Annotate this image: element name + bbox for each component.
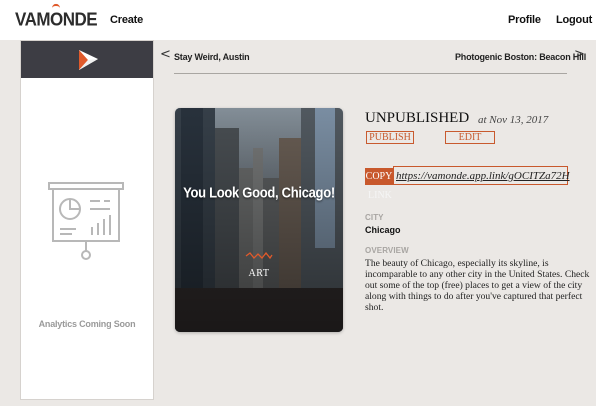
analytics-coming-soon-label: Analytics Coming Soon	[38, 319, 136, 329]
status-date: at Nov 13, 2017	[478, 114, 549, 126]
logo-text: VAMONDE	[15, 3, 98, 31]
next-walk-link[interactable]: Photogenic Boston: Beacon Hill	[455, 52, 586, 62]
category-label: ART	[248, 268, 270, 279]
logo-text-left: VAM	[15, 9, 51, 30]
logo-text-o: O	[50, 3, 63, 30]
share-link-url[interactable]: https://vamonde.app.link/gOCITZa72H	[396, 170, 570, 182]
chevron-left-icon[interactable]: <	[160, 47, 171, 62]
overview-text: The beauty of Chicago, especially its sk…	[365, 258, 590, 313]
presentation-chart-icon	[48, 182, 124, 260]
publish-button[interactable]: PUBLISH	[366, 131, 414, 144]
copy-link-word: LINK	[368, 190, 392, 201]
logo-text-right: NDE	[62, 9, 98, 30]
overview-label: OVERVIEW	[365, 246, 409, 255]
wave-icon	[245, 252, 273, 260]
city-label: CITY	[365, 213, 384, 222]
city-value: Chicago	[365, 225, 401, 235]
vamonde-logo[interactable]: VAMONDE	[15, 3, 98, 31]
copy-link-button[interactable]: COPY	[365, 168, 393, 185]
edit-button[interactable]: EDIT	[445, 131, 495, 144]
analytics-panel: Analytics Coming Soon	[20, 40, 154, 400]
logout-link[interactable]: Logout	[556, 14, 592, 26]
previous-walk-link[interactable]: Stay Weird, Austin	[174, 52, 250, 62]
profile-link[interactable]: Profile	[508, 14, 541, 26]
create-link[interactable]: Create	[110, 14, 143, 26]
chevron-right-icon[interactable]: >	[574, 47, 585, 62]
walk-title: You Look Good, Chicago!	[183, 184, 335, 201]
walk-cover-card[interactable]: You Look Good, Chicago! ART	[175, 108, 343, 332]
breadcrumb-divider	[174, 73, 567, 74]
top-bar: VAMONDE Create Profile Logout	[0, 0, 596, 40]
publish-status: UNPUBLISHED	[365, 110, 470, 126]
vamonde-play-icon[interactable]	[75, 47, 101, 73]
panel-header	[21, 41, 153, 78]
city-skyline-image	[175, 108, 343, 332]
